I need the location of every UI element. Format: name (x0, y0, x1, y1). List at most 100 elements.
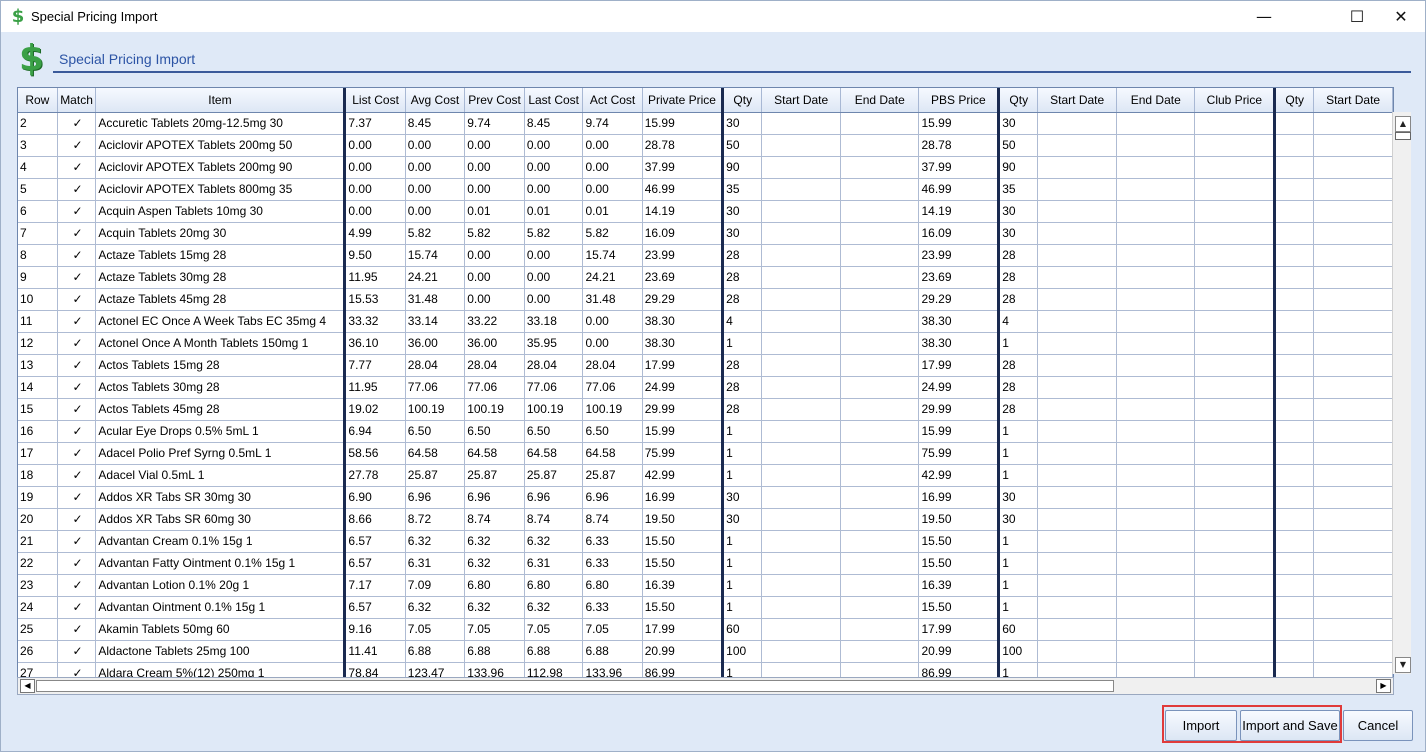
table-cell[interactable] (1037, 618, 1118, 641)
table-cell[interactable]: 19 (18, 486, 58, 509)
vertical-scroll-thumb[interactable] (1395, 132, 1411, 140)
table-cell[interactable]: 0.00 (405, 178, 466, 201)
match-check-icon[interactable]: ✓ (57, 442, 97, 465)
table-cell[interactable] (1313, 332, 1393, 355)
table-cell[interactable]: 60 (722, 618, 763, 641)
table-cell[interactable]: 22 (18, 552, 58, 575)
table-cell[interactable]: 7.05 (524, 618, 584, 641)
table-cell[interactable]: 35.95 (524, 332, 584, 355)
pricing-grid[interactable]: Row Match Item List Cost Avg Cost Prev Cost La… (17, 87, 1394, 680)
column-header[interactable]: Club Price (1194, 88, 1277, 113)
table-cell[interactable]: 24 (18, 596, 58, 619)
table-cell[interactable] (1274, 112, 1315, 135)
table-cell[interactable] (840, 486, 920, 509)
table-cell[interactable]: 6.57 (344, 552, 406, 575)
match-check-icon[interactable]: ✓ (57, 156, 97, 179)
table-cell[interactable]: Acquin Tablets 20mg 30 (95, 222, 347, 245)
table-cell[interactable] (1194, 134, 1277, 157)
table-cell[interactable]: 30 (998, 486, 1039, 509)
table-cell[interactable] (1194, 156, 1277, 179)
table-cell[interactable]: 28 (998, 398, 1039, 421)
table-cell[interactable] (1194, 266, 1277, 289)
table-row[interactable]: 15 ✓ Actos Tablets 45mg 28 19.02 100.19 100.1… (18, 398, 1393, 421)
table-cell[interactable] (1274, 244, 1315, 267)
table-cell[interactable]: 21 (18, 530, 58, 553)
table-cell[interactable] (761, 332, 841, 355)
table-cell[interactable]: 1 (998, 552, 1039, 575)
table-cell[interactable]: Actaze Tablets 45mg 28 (95, 288, 347, 311)
table-cell[interactable] (1116, 442, 1196, 465)
table-cell[interactable] (1194, 288, 1277, 311)
table-cell[interactable]: 58.56 (344, 442, 406, 465)
table-cell[interactable]: 29.29 (918, 288, 1001, 311)
table-cell[interactable]: 19.50 (918, 508, 1001, 531)
table-cell[interactable]: 12 (18, 332, 58, 355)
table-cell[interactable] (840, 574, 920, 597)
table-cell[interactable]: 60 (998, 618, 1039, 641)
table-cell[interactable]: 3 (18, 134, 58, 157)
table-cell[interactable]: 15.50 (642, 552, 725, 575)
table-cell[interactable]: 8.74 (582, 508, 643, 531)
table-cell[interactable] (1037, 200, 1118, 223)
table-cell[interactable] (1313, 618, 1393, 641)
table-cell[interactable] (840, 376, 920, 399)
table-cell[interactable]: 0.00 (582, 178, 643, 201)
table-cell[interactable]: 30 (722, 222, 763, 245)
table-cell[interactable]: 5.82 (582, 222, 643, 245)
match-check-icon[interactable]: ✓ (57, 464, 97, 487)
table-cell[interactable] (1037, 310, 1118, 333)
table-cell[interactable] (1274, 420, 1315, 443)
table-cell[interactable]: 16 (18, 420, 58, 443)
table-cell[interactable]: 6.31 (524, 552, 584, 575)
scroll-up-icon[interactable]: ▲ (1395, 116, 1411, 132)
table-cell[interactable] (1313, 288, 1393, 311)
table-cell[interactable]: 14.19 (918, 200, 1001, 223)
table-cell[interactable] (1313, 552, 1393, 575)
match-check-icon[interactable]: ✓ (57, 618, 97, 641)
table-cell[interactable]: 6.57 (344, 530, 406, 553)
table-cell[interactable]: 6.96 (464, 486, 525, 509)
table-cell[interactable]: 13 (18, 354, 58, 377)
table-cell[interactable]: 11.41 (344, 640, 406, 663)
horizontal-scrollbar[interactable]: ◀ ▶ (17, 677, 1394, 695)
table-cell[interactable] (1274, 618, 1315, 641)
table-cell[interactable] (1313, 574, 1393, 597)
table-cell[interactable]: 0.00 (524, 244, 584, 267)
table-row[interactable]: 16 ✓ Acular Eye Drops 0.5% 5mL 1 6.94 6.50 6.… (18, 420, 1393, 443)
table-cell[interactable]: 0.00 (464, 288, 525, 311)
table-cell[interactable]: 16.09 (642, 222, 725, 245)
table-cell[interactable]: 6.96 (405, 486, 466, 509)
match-check-icon[interactable]: ✓ (57, 420, 97, 443)
table-cell[interactable]: 15.74 (582, 244, 643, 267)
column-header[interactable]: Avg Cost (405, 88, 466, 113)
table-cell[interactable]: 4 (998, 310, 1039, 333)
table-cell[interactable] (1116, 596, 1196, 619)
table-cell[interactable]: 0.00 (405, 156, 466, 179)
table-cell[interactable] (1037, 596, 1118, 619)
match-check-icon[interactable]: ✓ (57, 530, 97, 553)
table-cell[interactable]: 90 (722, 156, 763, 179)
table-cell[interactable]: 37.99 (642, 156, 725, 179)
table-cell[interactable] (1037, 442, 1118, 465)
table-cell[interactable]: 28.04 (524, 354, 584, 377)
table-cell[interactable] (1313, 530, 1393, 553)
table-cell[interactable]: 9.50 (344, 244, 406, 267)
table-cell[interactable]: Actaze Tablets 30mg 28 (95, 266, 347, 289)
table-cell[interactable]: 1 (722, 442, 763, 465)
table-cell[interactable] (1194, 420, 1277, 443)
table-cell[interactable]: 7.09 (405, 574, 466, 597)
table-cell[interactable]: 19.50 (642, 508, 725, 531)
table-cell[interactable] (761, 376, 841, 399)
cancel-button[interactable]: Cancel (1343, 710, 1413, 741)
table-cell[interactable] (1274, 134, 1315, 157)
table-cell[interactable]: 33.18 (524, 310, 584, 333)
table-cell[interactable] (1037, 244, 1118, 267)
table-cell[interactable] (1037, 222, 1118, 245)
column-header[interactable]: Prev Cost (464, 88, 525, 113)
table-row[interactable]: 18 ✓ Adacel Vial 0.5mL 1 27.78 25.87 25.87 25.… (18, 464, 1393, 487)
scroll-left-icon[interactable]: ◀ (20, 679, 35, 693)
scroll-down-icon[interactable]: ▼ (1395, 657, 1411, 673)
table-cell[interactable] (1116, 464, 1196, 487)
table-cell[interactable]: 0.01 (464, 200, 525, 223)
table-cell[interactable] (1194, 574, 1277, 597)
